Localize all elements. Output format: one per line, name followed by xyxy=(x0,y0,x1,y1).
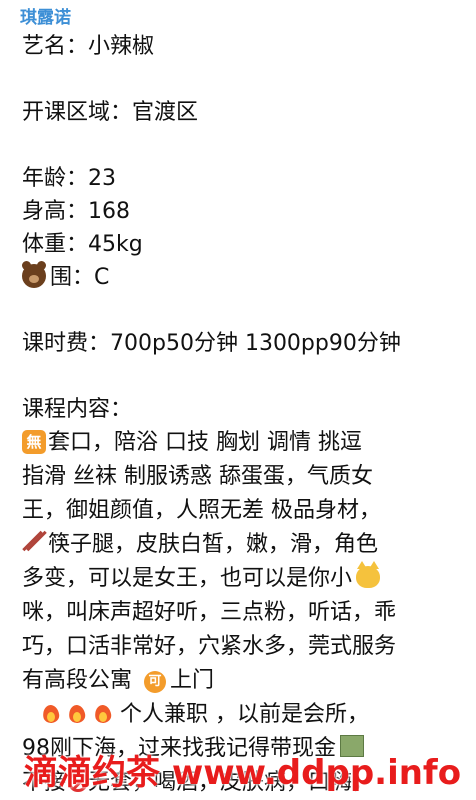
content-line: 巧，口活非常好，穴紧水多，莞式服务 xyxy=(22,634,397,659)
content-line: 个人兼职 ，以前是会所， xyxy=(22,698,466,732)
cat-icon xyxy=(356,561,381,588)
sender-name[interactable]: 琪露诺 xyxy=(20,6,466,30)
chopsticks-icon xyxy=(22,530,46,554)
content-line: 筷子腿，皮肤白皙，嫩，滑，角色 xyxy=(22,528,466,562)
bust-line: 围：C xyxy=(22,261,466,294)
fire-icon xyxy=(68,701,86,725)
content-text: 套口，陪浴 口技 胸划 调情 挑逗 xyxy=(48,430,362,455)
height-line: 身高：168 xyxy=(22,199,130,224)
content-line: 咪，叫床声超好听，三点粉，听话，乖 xyxy=(22,600,397,625)
fire-icon xyxy=(94,701,112,725)
area-line: 开课区域：官渡区 xyxy=(22,100,199,125)
content-text: 个人兼职 ，以前是会所， xyxy=(120,702,369,727)
content-line: 無套口，陪浴 口技 胸划 调情 挑逗 xyxy=(22,426,466,460)
content-text: 筷子腿，皮肤白皙，嫩，滑，角色 xyxy=(48,532,379,557)
weight-line: 体重：45kg xyxy=(22,232,143,257)
ok-badge-icon: 可 xyxy=(144,671,167,693)
message-bubble: 琪露诺 艺名：小辣椒 开课区域：官渡区 年龄：23 身高：168 体重：45kg… xyxy=(0,0,476,800)
content-line: 王，御姐颜值，人照无差 极品身材， xyxy=(22,498,381,523)
content-text: 有高段公寓 xyxy=(22,668,133,693)
fee-line: 课时费：700p50分钟 1300pp90分钟 xyxy=(22,331,401,356)
content-text: 多变，可以是女王，也可以是你小 xyxy=(22,566,353,591)
bear-icon xyxy=(22,261,46,288)
watermark-text: 滴滴约茶 www.ddpp.info xyxy=(24,753,462,793)
stage-name: 艺名：小辣椒 xyxy=(22,34,155,59)
fire-icon xyxy=(42,701,60,725)
no-badge-icon: 無 xyxy=(22,430,46,454)
content-text: 上门 xyxy=(170,668,215,693)
content-line: 指滑 丝袜 制服诱惑 舔蛋蛋，气质女 xyxy=(22,464,373,489)
content-heading: 课程内容： xyxy=(22,397,133,422)
content-line: 有高段公寓可上门 xyxy=(22,664,466,698)
age-line: 年龄：23 xyxy=(22,166,116,191)
content-line: 多变，可以是女王，也可以是你小 xyxy=(22,561,466,596)
bust-text: 围：C xyxy=(50,265,110,290)
